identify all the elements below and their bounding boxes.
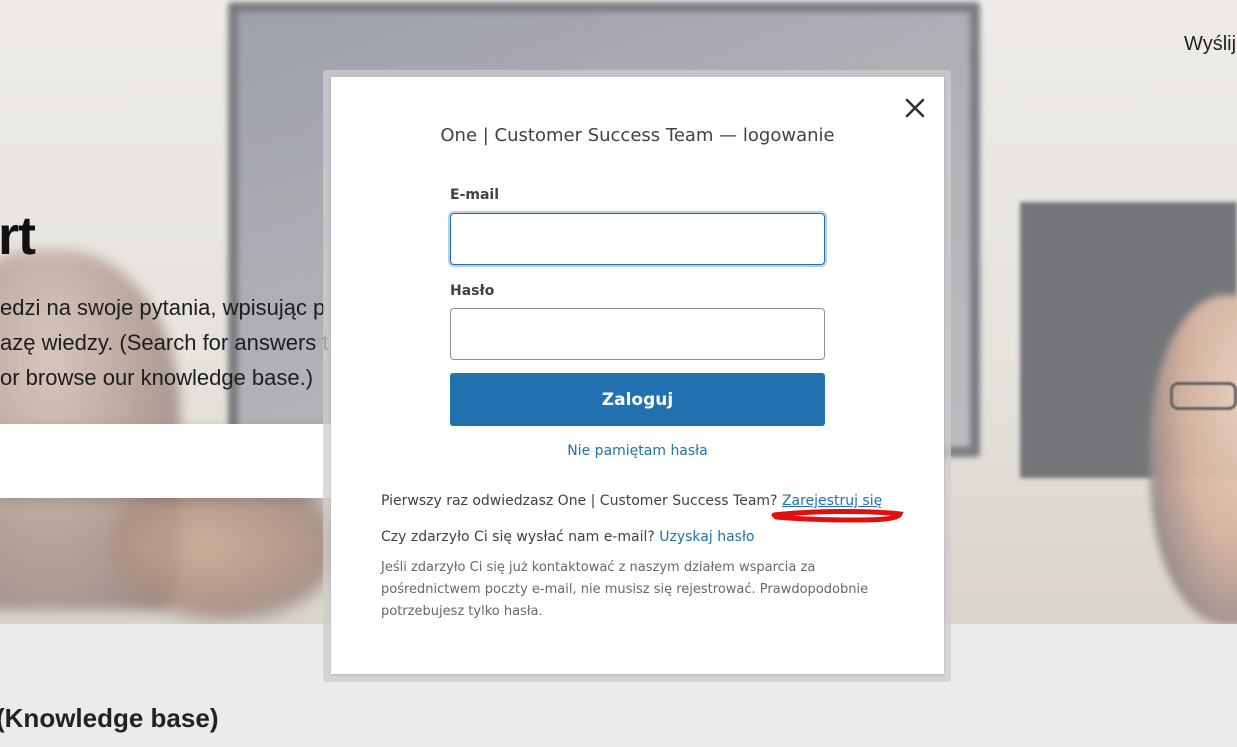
search-box[interactable]: [0, 424, 332, 498]
password-field[interactable]: [450, 308, 825, 360]
emailed-note: Czy zdarzyło Ci się wysłać nam e-mail? U…: [381, 529, 755, 545]
forgot-password-link[interactable]: Nie pamiętam hasła: [331, 443, 944, 459]
login-button[interactable]: Zaloguj: [450, 373, 825, 426]
hero-line-3: or browse our knowledge base.): [0, 365, 314, 390]
page: Wyślij rt edzi na swoje pytania, wpisują…: [0, 0, 1237, 747]
hero-description: edzi na swoje pytania, wpisując p azę wi…: [0, 290, 340, 395]
submit-ticket-link[interactable]: Wyślij: [1184, 33, 1236, 56]
modal-title: One | Customer Success Team — logowanie: [440, 125, 835, 146]
hero-line-1: edzi na swoje pytania, wpisując p: [0, 295, 326, 320]
hero-line-2: azę wiedzy. (Search for answers t: [0, 330, 329, 355]
close-button[interactable]: [901, 94, 929, 122]
close-icon: [905, 98, 925, 118]
get-password-link[interactable]: Uzyskaj hasło: [659, 529, 754, 545]
red-underline-annotation: [771, 508, 904, 523]
password-label: Hasło: [450, 283, 495, 299]
knowledge-base-heading: (Knowledge base): [0, 703, 219, 733]
info-text: Jeśli zdarzyło Ci się już kontaktować z …: [381, 560, 869, 619]
hero-title: rt: [0, 206, 36, 266]
email-field[interactable]: [450, 213, 825, 265]
emailed-text: Czy zdarzyło Ci się wysłać nam e-mail?: [381, 529, 655, 545]
first-visit-text: Pierwszy raz odwiedzasz One | Customer S…: [381, 493, 778, 509]
login-modal: One | Customer Success Team — logowanie …: [331, 77, 944, 674]
email-label: E-mail: [450, 187, 500, 203]
